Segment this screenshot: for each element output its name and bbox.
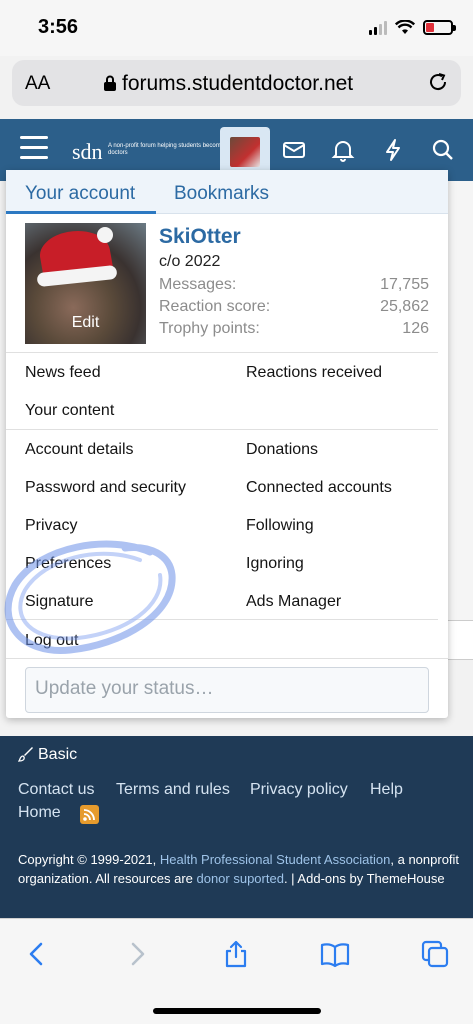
- account-tabs: Your account Bookmarks: [6, 170, 448, 214]
- paintbrush-icon: [18, 747, 33, 762]
- stat-reaction-score: Reaction score: 25,862: [159, 298, 429, 316]
- footer-link-privacy[interactable]: Privacy policy: [250, 781, 348, 799]
- avatar-edit-label[interactable]: Edit: [25, 314, 146, 332]
- stat-label: Trophy points:: [159, 320, 260, 337]
- footer-link-home[interactable]: Home: [18, 804, 61, 822]
- cellular-signal-icon: [369, 20, 387, 35]
- status-time: 3:56: [38, 16, 79, 38]
- donor-link[interactable]: donor suported: [196, 871, 283, 886]
- site-footer: Basic Contact us Terms and rules Privacy…: [0, 736, 473, 918]
- stat-label: Messages:: [159, 276, 237, 293]
- stat-messages: Messages: 17,755: [159, 276, 429, 294]
- stat-value: 17,755: [380, 276, 429, 293]
- menu-ads-manager[interactable]: Ads Manager: [246, 593, 341, 611]
- envelope-icon[interactable]: [281, 137, 307, 163]
- stat-label: Reaction score:: [159, 298, 271, 315]
- style-chooser-link[interactable]: Basic: [38, 746, 77, 764]
- footer-link-contact[interactable]: Contact us: [18, 781, 94, 799]
- lightning-icon[interactable]: [380, 137, 406, 163]
- bell-icon[interactable]: [330, 137, 356, 163]
- menu-donations[interactable]: Donations: [246, 441, 318, 459]
- tab-bookmarks[interactable]: Bookmarks: [174, 183, 269, 205]
- hpsa-link[interactable]: Health Professional Student Association: [160, 852, 391, 867]
- copyright-text: Copyright © 1999-2021, Health Profession…: [18, 850, 463, 888]
- menu-password-security[interactable]: Password and security: [25, 479, 186, 497]
- rss-icon[interactable]: [80, 805, 99, 824]
- menu-ignoring[interactable]: Ignoring: [246, 555, 304, 573]
- reload-icon[interactable]: [427, 71, 449, 93]
- menu-following[interactable]: Following: [246, 517, 314, 535]
- menu-signature[interactable]: Signature: [25, 593, 94, 611]
- search-icon[interactable]: [430, 137, 456, 163]
- home-indicator: [153, 1008, 321, 1014]
- lock-icon: [104, 75, 116, 91]
- header-avatar: [230, 137, 260, 167]
- divider: [6, 619, 438, 620]
- address-bar[interactable]: AA forums.studentdoctor.net: [12, 60, 461, 106]
- stat-trophy-points: Trophy points: 126: [159, 320, 429, 338]
- logo-text: sdn: [72, 139, 103, 164]
- page-background-strip: [448, 620, 473, 660]
- divider: [6, 658, 448, 659]
- tab-your-account[interactable]: Your account: [25, 183, 135, 205]
- divider: [6, 429, 438, 430]
- menu-news-feed[interactable]: News feed: [25, 364, 101, 382]
- active-tab-indicator: [6, 211, 156, 214]
- stat-value: 126: [402, 320, 429, 337]
- battery-icon: [423, 20, 456, 35]
- bookmarks-icon[interactable]: [320, 939, 350, 969]
- forward-icon[interactable]: [122, 939, 152, 969]
- user-title: c/o 2022: [159, 253, 221, 270]
- menu-log-out[interactable]: Log out: [25, 632, 78, 650]
- logo-tagline: A non-profit forum helping students beco…: [108, 143, 225, 156]
- site-logo[interactable]: sdn A non-profit forum helping students …: [72, 139, 224, 165]
- username[interactable]: SkiOtter: [159, 225, 241, 249]
- menu-preferences[interactable]: Preferences: [25, 555, 111, 573]
- account-menu-panel: Your account Bookmarks Edit SkiOtter c/o…: [6, 170, 448, 718]
- divider: [6, 352, 438, 353]
- tabs-icon[interactable]: [420, 939, 450, 969]
- menu-privacy[interactable]: Privacy: [25, 517, 77, 535]
- back-icon[interactable]: [22, 939, 52, 969]
- menu-account-details[interactable]: Account details: [25, 441, 134, 459]
- page-background: [448, 181, 473, 621]
- url-text[interactable]: forums.studentdoctor.net: [122, 72, 353, 96]
- stat-value: 25,862: [380, 298, 429, 315]
- menu-reactions-received[interactable]: Reactions received: [246, 364, 382, 382]
- text-size-button[interactable]: AA: [25, 73, 50, 95]
- copyright-part: Copyright © 1999-2021,: [18, 852, 160, 867]
- footer-link-terms[interactable]: Terms and rules: [116, 781, 230, 799]
- share-icon[interactable]: [221, 939, 251, 969]
- profile-avatar[interactable]: Edit: [25, 223, 146, 344]
- status-update-input[interactable]: Update your status…: [25, 667, 429, 713]
- status-bar: 3:56: [0, 0, 473, 56]
- menu-your-content[interactable]: Your content: [25, 402, 114, 420]
- menu-connected-accounts[interactable]: Connected accounts: [246, 479, 392, 497]
- copyright-part: . | Add-ons by ThemeHouse: [283, 871, 445, 886]
- status-icons: [369, 20, 456, 35]
- footer-link-help[interactable]: Help: [370, 781, 403, 799]
- hamburger-menu-icon[interactable]: [20, 136, 48, 160]
- wifi-icon: [395, 20, 415, 34]
